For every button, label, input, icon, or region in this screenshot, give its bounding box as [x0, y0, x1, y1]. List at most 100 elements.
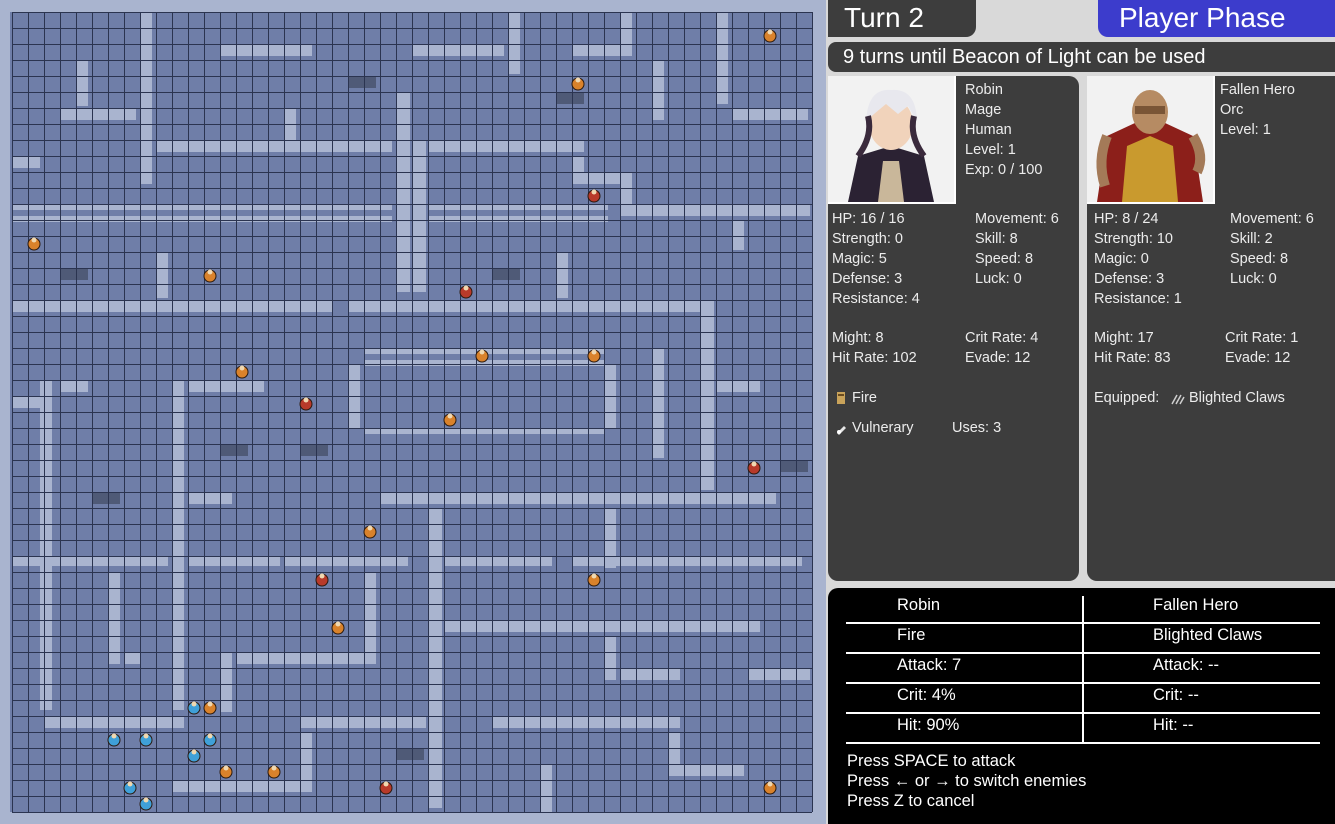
- map-wall-1: [412, 44, 504, 56]
- enemy-defense: Defense: 3: [1094, 271, 1165, 287]
- map-wall-10: [12, 156, 40, 168]
- spell-tome-icon: [836, 392, 846, 408]
- map-wall-20: [12, 216, 392, 222]
- map-border-left: [0, 0, 10, 824]
- forecast-enemy-name: Fallen Hero: [1153, 596, 1239, 614]
- map-wall-68: [652, 60, 664, 120]
- enemy-strength: Strength: 10: [1094, 231, 1173, 247]
- ally-unit-icon[interactable]: [139, 733, 153, 747]
- map-wall-9: [284, 108, 296, 148]
- enemy-unit-panel: Fallen Hero Orc Level: 1 HP: 8 / 24 Stre…: [1087, 76, 1335, 581]
- forecast-player-hit: Hit: 90%: [897, 716, 960, 734]
- player-strength: Strength: 0: [832, 231, 903, 247]
- forecast-enemy-crit: Crit: --: [1153, 686, 1199, 704]
- map-wall-55: [620, 668, 680, 680]
- player-might: Might: 8: [832, 330, 884, 346]
- forecast-enemy-attack: Attack: --: [1153, 656, 1220, 674]
- enemy-unit-icon[interactable]: [379, 781, 393, 795]
- ally-unit-icon[interactable]: [139, 797, 153, 811]
- enemy-unit-icon[interactable]: [763, 29, 777, 43]
- player-evade: Evade: 12: [965, 350, 1031, 366]
- map-wall-50: [364, 572, 376, 664]
- player-speed: Speed: 8: [975, 251, 1034, 267]
- phase-indicator: Player Phase: [1098, 0, 1335, 37]
- enemy-unit-icon[interactable]: [747, 461, 761, 475]
- map-wall-5: [76, 60, 88, 106]
- enemy-unit-icon[interactable]: [571, 77, 585, 91]
- ally-unit-icon[interactable]: [203, 733, 217, 747]
- map-wall-25: [556, 252, 568, 298]
- item-vulnerary[interactable]: Vulnerary: [852, 420, 914, 436]
- forecast-player-name: Robin: [897, 596, 941, 614]
- map-wall-35: [60, 380, 88, 392]
- enemy-unit-icon[interactable]: [587, 189, 601, 203]
- enemy-unit-icon[interactable]: [315, 573, 329, 587]
- player-crit-rate: Crit Rate: 4: [965, 330, 1039, 346]
- forecast-enemy-weapon: Blighted Claws: [1153, 626, 1263, 644]
- map-door-3: [492, 268, 520, 280]
- weapon-fire[interactable]: Fire: [852, 390, 877, 406]
- map-gridlines: [12, 12, 813, 813]
- map-wall-43: [12, 556, 168, 566]
- player-level: Level: 1: [965, 142, 1016, 158]
- ally-unit-icon[interactable]: [123, 781, 137, 795]
- enemy-unit-icon[interactable]: [203, 269, 217, 283]
- ally-unit-icon[interactable]: [187, 701, 201, 715]
- player-hit-rate: Hit Rate: 102: [832, 350, 917, 366]
- equipped-weapon: Blighted Claws: [1189, 390, 1285, 406]
- map-wall-28: [700, 300, 714, 490]
- enemy-unit-icon[interactable]: [763, 781, 777, 795]
- enemy-magic: Magic: 0: [1094, 251, 1149, 267]
- robin-portrait: [828, 76, 956, 204]
- map-wall-59: [44, 716, 184, 728]
- enemy-unit-icon[interactable]: [459, 285, 473, 299]
- enemy-hp: HP: 8 / 24: [1094, 211, 1159, 227]
- map-wall-38: [12, 396, 40, 408]
- map-door-0: [348, 76, 376, 88]
- phase-label: Player Phase: [1119, 2, 1286, 33]
- enemy-unit-icon[interactable]: [587, 349, 601, 363]
- forecast-row-names: Robin Fallen Hero: [846, 592, 1320, 624]
- map-wall-49: [124, 652, 140, 664]
- map-wall-3: [508, 12, 520, 74]
- hint-switch-enemies: Press ← or → to switch enemies: [847, 772, 1087, 790]
- enemy-unit-icon[interactable]: [331, 621, 345, 635]
- enemy-race: Orc: [1220, 102, 1244, 118]
- ally-unit-icon[interactable]: [107, 733, 121, 747]
- map-wall-61: [492, 716, 680, 728]
- game-map[interactable]: [0, 0, 826, 824]
- map-wall-44: [188, 556, 280, 566]
- forecast-row-crit: Crit: 4% Crit: --: [846, 682, 1320, 714]
- player-race: Human: [965, 122, 1012, 138]
- map-wall-36: [172, 380, 184, 710]
- map-wall-57: [220, 652, 232, 712]
- enemy-unit-icon[interactable]: [203, 701, 217, 715]
- map-wall-12: [412, 140, 426, 292]
- enemy-unit-icon[interactable]: [219, 765, 233, 779]
- enemy-unit-icon[interactable]: [299, 397, 313, 411]
- enemy-unit-icon[interactable]: [267, 765, 281, 779]
- map-wall-53: [604, 508, 616, 568]
- forecast-row-attack: Attack: 7 Attack: --: [846, 652, 1320, 684]
- enemy-luck: Luck: 0: [1230, 271, 1277, 287]
- enemy-unit-icon[interactable]: [587, 573, 601, 587]
- forecast-row-weapon: Fire Blighted Claws: [846, 622, 1320, 654]
- map-door-6: [92, 492, 120, 504]
- forecast-player-attack: Attack: 7: [897, 656, 962, 674]
- map-door-8: [396, 748, 424, 760]
- map-wall-45: [284, 556, 408, 566]
- enemy-unit-icon[interactable]: [443, 413, 457, 427]
- map-border-right: [812, 0, 826, 824]
- enemy-unit-icon[interactable]: [27, 237, 41, 251]
- turn-indicator: Turn 2: [828, 0, 976, 37]
- ally-unit-icon[interactable]: [187, 749, 201, 763]
- map-wall-11: [396, 92, 410, 292]
- map-wall-7: [140, 12, 152, 184]
- enemy-unit-icon[interactable]: [235, 365, 249, 379]
- enemy-unit-icon[interactable]: [475, 349, 489, 363]
- item-uses: Uses: 3: [952, 420, 1002, 436]
- map-wall-27: [348, 300, 714, 312]
- forecast-enemy-hit: Hit: --: [1153, 716, 1194, 734]
- map-wall-56: [748, 668, 810, 680]
- enemy-unit-icon[interactable]: [363, 525, 377, 539]
